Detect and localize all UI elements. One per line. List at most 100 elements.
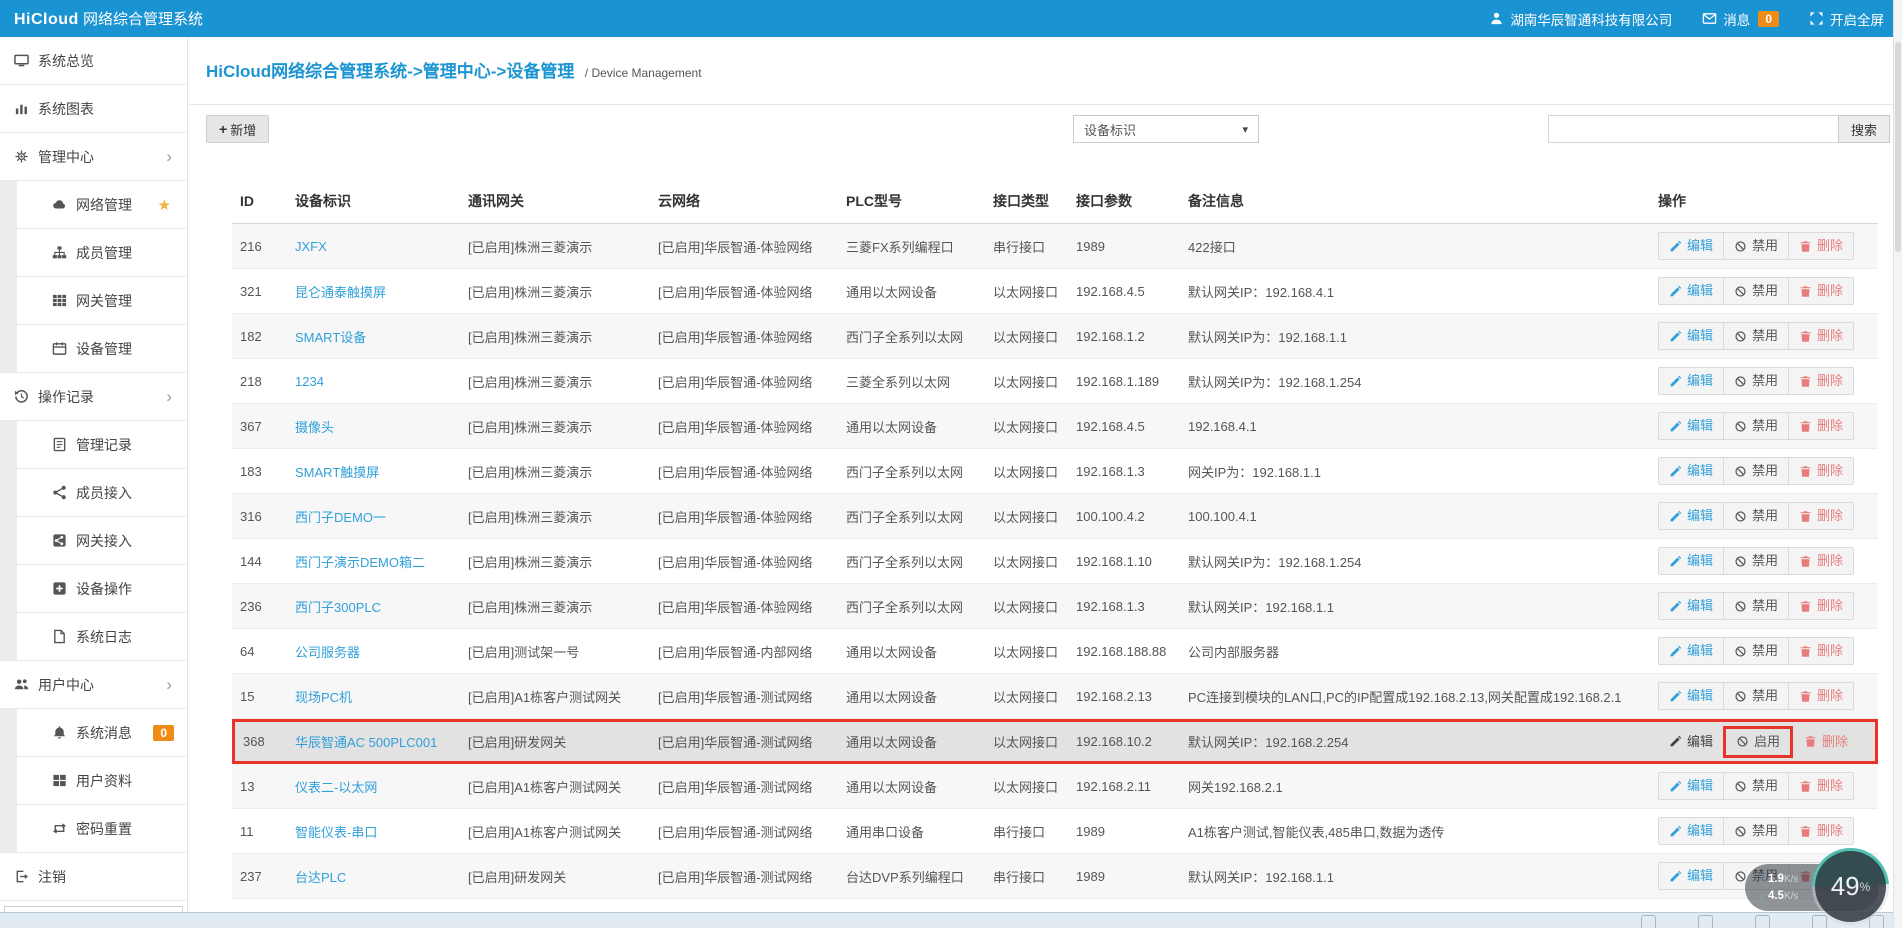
sidebar-item-8[interactable]: 管理记录: [0, 421, 187, 469]
sidebar-item-14[interactable]: 系统消息0: [0, 709, 187, 757]
edit-button[interactable]: 编辑: [1659, 729, 1723, 755]
edit-button[interactable]: 编辑: [1659, 548, 1723, 574]
ban-icon: [1734, 240, 1747, 253]
edit-button[interactable]: 编辑: [1659, 413, 1723, 439]
disable-button[interactable]: 禁用: [1723, 503, 1788, 529]
disable-button[interactable]: 禁用: [1723, 548, 1788, 574]
pencil-icon: [1669, 420, 1682, 433]
device-link[interactable]: 西门子演示DEMO箱二: [295, 555, 425, 570]
fullscreen-button[interactable]: 开启全屏: [1809, 9, 1884, 29]
sidebar-item-2[interactable]: 管理中心›: [0, 133, 187, 181]
edit-button[interactable]: 编辑: [1659, 503, 1723, 529]
edit-button[interactable]: 编辑: [1659, 368, 1723, 394]
disable-button[interactable]: 禁用: [1723, 638, 1788, 664]
sidebar-item-10[interactable]: 网关接入: [0, 517, 187, 565]
sidebar-item-0[interactable]: 系统总览: [0, 37, 187, 85]
edit-button[interactable]: 编辑: [1659, 323, 1723, 349]
device-link[interactable]: 现场PC机: [295, 690, 352, 705]
device-link[interactable]: 台达PLC: [295, 870, 346, 885]
device-link[interactable]: SMART设备: [295, 330, 366, 345]
enable-button[interactable]: 启用: [1723, 726, 1793, 758]
sidebar-item-7[interactable]: 操作记录›: [0, 373, 187, 421]
taskbar-icon[interactable]: [1641, 915, 1656, 928]
cell-name: 现场PC机: [287, 674, 460, 719]
upload-arrow-icon: ↑: [1759, 873, 1765, 885]
device-link[interactable]: 智能仪表-串口: [295, 825, 377, 840]
device-link[interactable]: 1234: [295, 374, 324, 389]
disable-button[interactable]: 禁用: [1723, 593, 1788, 619]
signout-icon: [14, 869, 29, 884]
edit-button[interactable]: 编辑: [1659, 683, 1723, 709]
edit-button[interactable]: 编辑: [1659, 458, 1723, 484]
device-link[interactable]: 摄像头: [295, 420, 334, 435]
delete-button[interactable]: 删除: [1788, 368, 1853, 394]
sidebar-item-16[interactable]: 密码重置: [0, 805, 187, 853]
disable-button[interactable]: 禁用: [1723, 413, 1788, 439]
edit-button[interactable]: 编辑: [1659, 638, 1723, 664]
top-header: HiCloud 网络综合管理系统 湖南华辰智通科技有限公司 消息 0 开启全屏: [0, 0, 1902, 37]
delete-button[interactable]: 删除: [1788, 683, 1853, 709]
sidebar-item-17[interactable]: 注销: [0, 853, 187, 901]
edit-button[interactable]: 编辑: [1659, 773, 1723, 799]
taskbar-icon[interactable]: [1698, 915, 1713, 928]
delete-button[interactable]: 删除: [1793, 729, 1858, 755]
sidebar-item-13[interactable]: 用户中心›: [0, 661, 187, 709]
chart-icon: [14, 101, 29, 116]
sidebar-item-6[interactable]: 设备管理: [0, 325, 187, 373]
delete-button[interactable]: 删除: [1788, 323, 1853, 349]
sidebar-item-15[interactable]: 用户资料: [0, 757, 187, 805]
taskbar-icon[interactable]: [1812, 915, 1827, 928]
disable-button[interactable]: 禁用: [1723, 818, 1788, 844]
disable-button[interactable]: 禁用: [1723, 233, 1788, 259]
disable-button[interactable]: 禁用: [1723, 683, 1788, 709]
edit-button[interactable]: 编辑: [1659, 233, 1723, 259]
device-link[interactable]: JXFX: [295, 239, 327, 254]
sidebar-item-12[interactable]: 系统日志: [0, 613, 187, 661]
delete-button[interactable]: 删除: [1788, 278, 1853, 304]
disable-button[interactable]: 禁用: [1723, 368, 1788, 394]
delete-button[interactable]: 删除: [1788, 593, 1853, 619]
edit-button[interactable]: 编辑: [1659, 278, 1723, 304]
search-button[interactable]: 搜索: [1838, 115, 1890, 143]
device-link[interactable]: 西门子300PLC: [295, 600, 381, 615]
disable-button[interactable]: 禁用: [1723, 458, 1788, 484]
sidebar-item-5[interactable]: 网关管理: [0, 277, 187, 325]
disable-button[interactable]: 禁用: [1723, 773, 1788, 799]
edit-button[interactable]: 编辑: [1659, 818, 1723, 844]
sidebar-item-1[interactable]: 系统图表: [0, 85, 187, 133]
cell-name: SMART设备: [287, 314, 460, 359]
vertical-scrollbar[interactable]: [1893, 0, 1902, 928]
edit-button[interactable]: 编辑: [1659, 863, 1723, 889]
sidebar-item-label: 用户资料: [76, 771, 132, 791]
delete-button[interactable]: 删除: [1788, 773, 1853, 799]
cell-iface: 以太网接口: [985, 449, 1068, 494]
device-filter-select[interactable]: 设备标识 ▾: [1073, 115, 1259, 143]
delete-button[interactable]: 删除: [1788, 638, 1853, 664]
sidebar-item-3[interactable]: 网络管理★: [0, 181, 187, 229]
company-account[interactable]: 湖南华辰智通科技有限公司: [1489, 9, 1672, 29]
device-link[interactable]: 西门子DEMO一: [295, 510, 386, 525]
disable-button[interactable]: 禁用: [1723, 323, 1788, 349]
delete-button[interactable]: 删除: [1788, 548, 1853, 574]
disable-button[interactable]: 禁用: [1723, 278, 1788, 304]
edit-button[interactable]: 编辑: [1659, 593, 1723, 619]
device-link[interactable]: 仪表二-以太网: [295, 780, 377, 795]
th-large-icon: [52, 773, 67, 788]
delete-button[interactable]: 删除: [1788, 818, 1853, 844]
delete-button[interactable]: 删除: [1788, 503, 1853, 529]
delete-button[interactable]: 删除: [1788, 458, 1853, 484]
taskbar-icon[interactable]: [1755, 915, 1770, 928]
scrollbar-thumb[interactable]: [1895, 42, 1901, 252]
messages-button[interactable]: 消息 0: [1702, 9, 1779, 29]
device-link[interactable]: 昆仑通泰触摸屏: [295, 285, 386, 300]
sidebar-item-4[interactable]: 成员管理: [0, 229, 187, 277]
delete-button[interactable]: 删除: [1788, 413, 1853, 439]
device-link[interactable]: 华辰智通AC 500PLC001: [295, 735, 437, 750]
delete-button[interactable]: 删除: [1788, 233, 1853, 259]
add-device-button[interactable]: + 新增: [206, 115, 269, 143]
device-link[interactable]: SMART触摸屏: [295, 465, 379, 480]
sidebar-item-11[interactable]: 设备操作: [0, 565, 187, 613]
sidebar-item-9[interactable]: 成员接入: [0, 469, 187, 517]
search-input[interactable]: [1548, 115, 1838, 143]
device-link[interactable]: 公司服务器: [295, 645, 360, 660]
